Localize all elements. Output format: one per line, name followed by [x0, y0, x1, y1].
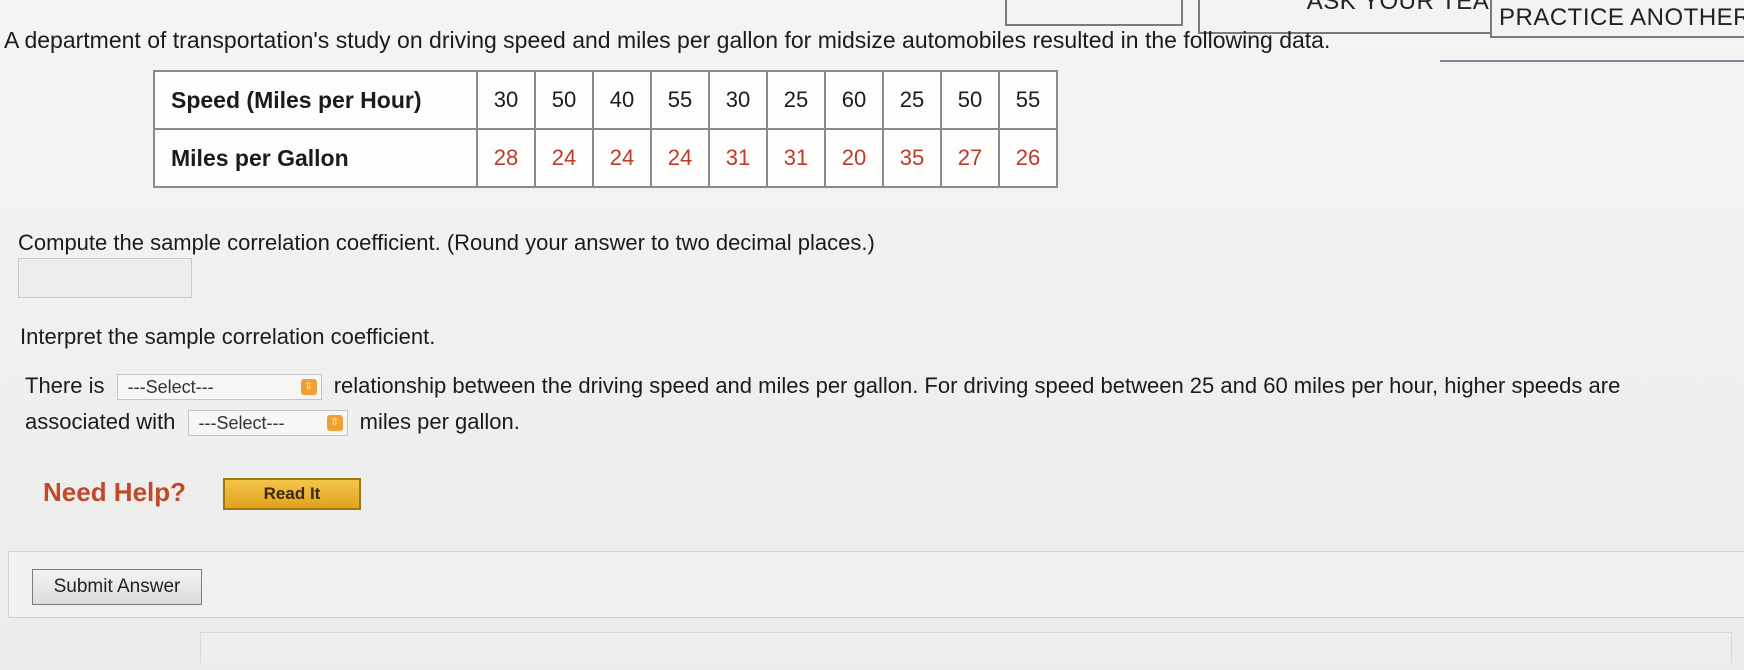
need-help-label: Need Help? [43, 477, 187, 507]
data-table: Speed (Miles per Hour) 30 50 40 55 30 25 60 25 50… [153, 70, 1058, 188]
sentence1-pre: There is [25, 373, 105, 398]
submit-answer-label: Submit Answer [53, 576, 181, 597]
table-cell: 35 [882, 128, 942, 188]
table-cell: 25 [766, 70, 826, 130]
interpretation-sentence-2: associated with ---Select--- ⇳ miles per… [25, 409, 520, 437]
next-panel-edge [200, 632, 1732, 663]
table-cell: 55 [998, 70, 1058, 130]
interpret-instruction: Interpret the sample correlation coeffic… [20, 324, 436, 349]
correlation-answer-input[interactable] [18, 258, 192, 298]
table-cell: 30 [708, 70, 768, 130]
table-cell: 31 [766, 128, 826, 188]
table-cell: 27 [940, 128, 1000, 188]
table-cell: 50 [534, 70, 594, 130]
table-cell: 40 [592, 70, 652, 130]
notes-button[interactable] [1005, 0, 1183, 26]
table-cell: 24 [650, 128, 710, 188]
table-cell: 50 [940, 70, 1000, 130]
compute-instruction: Compute the sample correlation coefficie… [18, 230, 875, 255]
submit-panel [8, 551, 1744, 618]
practice-another-button[interactable]: PRACTICE ANOTHER [1490, 0, 1744, 38]
table-cell: 28 [476, 128, 536, 188]
problem-prompt: A department of transportation's study o… [4, 27, 1331, 53]
divider [1440, 60, 1744, 62]
practice-another-label: PRACTICE ANOTHER [1498, 4, 1744, 31]
row-header: Speed (Miles per Hour) [153, 70, 478, 130]
row-header: Miles per Gallon [153, 128, 478, 188]
mpg-direction-select-value: ---Select--- [198, 412, 285, 433]
table-row: Speed (Miles per Hour) 30 50 40 55 30 25 60 25 50… [153, 70, 1058, 130]
read-it-button[interactable]: Read It [223, 478, 361, 510]
table-cell: 60 [824, 70, 884, 130]
sentence2-post: miles per gallon. [359, 409, 520, 434]
table-cell: 30 [476, 70, 536, 130]
sentence1-post: relationship between the driving speed a… [333, 373, 1621, 398]
interpretation-sentence-1: There is ---Select--- ⇳ relationship bet… [25, 373, 1621, 401]
submit-answer-button[interactable]: Submit Answer [32, 569, 202, 605]
table-cell: 24 [534, 128, 594, 188]
select-arrows-icon: ⇳ [326, 415, 343, 432]
table-cell: 26 [998, 128, 1058, 188]
table-cell: 55 [650, 70, 710, 130]
mpg-direction-select[interactable]: ---Select--- ⇳ [187, 410, 348, 437]
table-cell: 20 [824, 128, 884, 188]
table-row: Miles per Gallon 28 24 24 24 31 31 20 35 27 26 [153, 128, 1058, 188]
relationship-select[interactable]: ---Select--- ⇳ [116, 374, 322, 401]
table-cell: 25 [882, 70, 942, 130]
relationship-select-value: ---Select--- [127, 376, 214, 397]
sentence2-pre: associated with [25, 409, 176, 434]
select-arrows-icon: ⇳ [300, 379, 317, 396]
table-cell: 24 [592, 128, 652, 188]
table-cell: 31 [708, 128, 768, 188]
read-it-label: Read It [263, 484, 321, 503]
